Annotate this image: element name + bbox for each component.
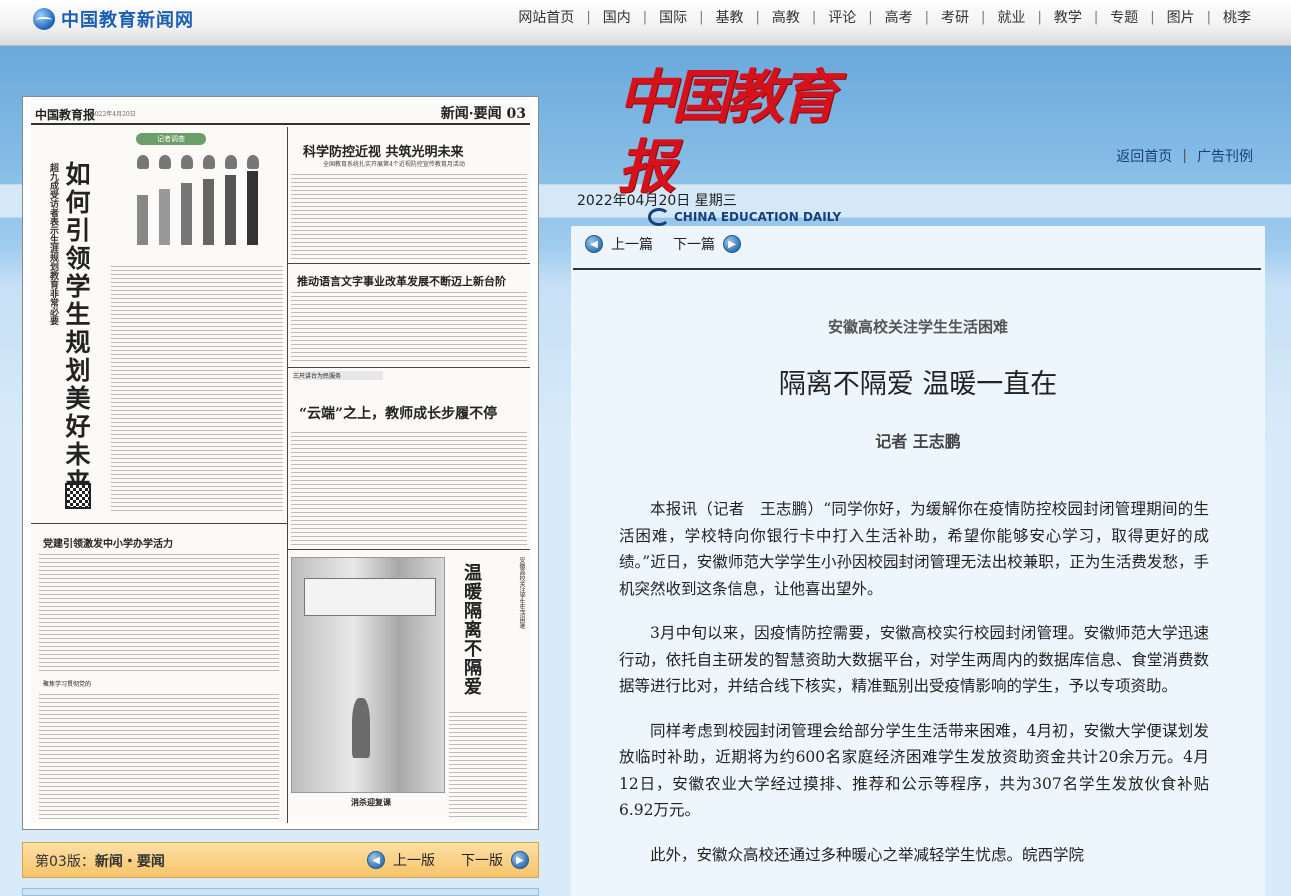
top-navigation-bar: 中国教育新闻网 网站首页 | 国内 | 国际 | 基教 | 高教 | 评论 | 高考 | 考研… [0,0,1291,46]
article-divider [573,268,1261,270]
article-nav: ◀ 上一篇 下一篇 ▶ [585,234,769,254]
masthead-title-cn: 中国教育报 [618,63,838,201]
article-body: 本报讯（记者 王志鹏）“同学你好，为缓解你在疫情防控校园封闭管理期间的生活困难，… [619,496,1209,886]
site-logo-text: 中国教育新闻网 [61,10,194,31]
newspaper-page-image[interactable]: 中国教育报 2022年4月20日 新闻·要闻 03 记者调查 超九成受访者表示生… [22,96,539,830]
version-label-prefix: 第03版： [35,854,95,870]
site-logo[interactable]: 中国教育新闻网 [33,6,194,32]
paper-article-current[interactable]: 温暖隔离不隔爱 [461,563,482,703]
header-links: 返回首页 | 广告刊例 [1116,146,1253,166]
globe-icon [33,8,55,30]
arrow-right-icon: ▶ [511,851,529,869]
paper-article-party-building[interactable]: 党建引领激发中小学办学活力 [43,535,173,550]
back-home-link[interactable]: 返回首页 [1116,146,1172,166]
nav-item-domestic[interactable]: 国内 [591,7,643,27]
version-label-name: 新闻・要闻 [94,854,165,870]
nav-item-basic-education[interactable]: 基教 [703,7,755,27]
article-paragraph: 本报讯（记者 王志鹏）“同学你好，为缓解你在疫情防控校园封闭管理期间的生活困难，… [619,500,1209,598]
nav-item-home[interactable]: 网站首页 [506,7,586,27]
nav-item-pictures[interactable]: 图片 [1155,7,1207,27]
nav-item-international[interactable]: 国际 [647,7,699,27]
paper-infographic [131,155,281,255]
article-byline: 记者 王志鹏 [875,432,961,451]
newspaper-masthead: 中国教育报 CHINA EDUCATION DAILY [618,62,858,226]
qr-code [65,483,91,509]
masthead-title-en: CHINA EDUCATION DAILY [674,210,842,224]
nav-item-topics[interactable]: 专题 [1098,7,1150,27]
nav-item-teaching[interactable]: 教学 [1042,7,1094,27]
next-article-button[interactable]: 下一篇 ▶ [673,234,749,254]
page-list-bar [22,888,539,896]
paper-lead-title[interactable]: 如何引领学生规划美好未来 [61,161,91,497]
arrow-left-icon: ◀ [367,851,385,869]
next-page-button[interactable]: 下一版 ▶ [461,850,537,870]
arrow-left-icon: ◀ [585,235,603,253]
nav-item-kaoyan[interactable]: 考研 [929,7,981,27]
ad-rates-link[interactable]: 广告刊例 [1197,146,1253,166]
nav-item-higher-education[interactable]: 高教 [760,7,812,27]
nav-item-commentary[interactable]: 评论 [816,7,868,27]
article-paragraph: 3月中旬以来，因疫情防控需要，安徽高校实行校园封闭管理。安徽师范大学迅速行动，依… [619,624,1209,695]
article-paragraph: 同样考虑到校园封闭管理会给部分学生生活带来困难，4月初，安徽大学便谋划发放临时补… [619,721,1209,820]
arrow-right-icon: ▶ [723,235,741,253]
main-nav: 网站首页 | 国内 | 国际 | 基教 | 高教 | 评论 | 高考 | 考研 | 就业 | 教学… [506,7,1263,27]
article-kicker: 安徽高校关注学生生活困难 [827,318,1008,336]
page-version-bar: 第03版：新闻・要闻 ◀ 上一版 下一版 ▶ [22,842,539,878]
paper-header: 中国教育报 2022年4月20日 新闻·要闻 03 [31,103,530,125]
issue-date: 2022年04月20日 星期三 [577,193,737,209]
article-headline: 隔离不隔爱 温暖一直在 [778,369,1058,400]
article-panel: ◀ 上一篇 下一篇 ▶ 安徽高校关注学生生活困难 隔离不隔爱 温暖一直在 记者 … [571,226,1265,896]
prev-article-button[interactable]: ◀ 上一篇 [585,234,653,254]
nav-item-employment[interactable]: 就业 [985,7,1037,27]
masthead-emblem-icon [648,208,670,226]
nav-item-gaokao[interactable]: 高考 [873,7,925,27]
nav-item-taoli[interactable]: 桃李 [1211,7,1263,27]
paper-article-myopia[interactable]: 科学防控近视 共筑光明未来 [303,141,464,160]
paper-article-cloud-teachers[interactable]: “云端”之上，教师成长步履不停 [299,403,497,423]
paper-article-language[interactable]: 推动语言文字事业改革发展不断迈上新台阶 [297,273,506,289]
paper-photo-disinfection[interactable] [291,557,445,793]
prev-page-button[interactable]: ◀ 上一版 [359,850,435,870]
article-paragraph: 此外，安徽众高校还通过多种暖心之举减轻学生忧虑。皖西学院 [650,845,1085,864]
